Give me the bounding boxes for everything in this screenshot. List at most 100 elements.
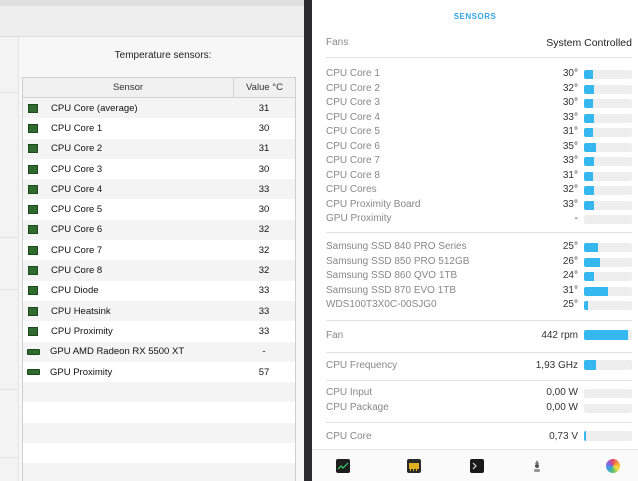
gutter-separator bbox=[0, 237, 18, 238]
table-row[interactable]: CPU Core (average) 31 bbox=[23, 98, 295, 119]
cpu-temp-bar-fill bbox=[584, 70, 593, 79]
cpu-temp-bar-fill bbox=[584, 171, 594, 181]
color-wheel-icon[interactable] bbox=[606, 459, 620, 473]
table-body: CPU Core (average) 31 CPU Core 1 30 CPU Core… bbox=[23, 98, 295, 481]
empty-row bbox=[23, 443, 295, 463]
cpu-chip-icon bbox=[28, 184, 38, 194]
cpu-monitor-icon[interactable] bbox=[336, 459, 350, 473]
ssd-temp-section: Samsung SSD 840 PRO Series 25° Samsung SSD… bbox=[326, 238, 632, 321]
cpu-frequency-bar-fill bbox=[584, 360, 596, 370]
cpu-temp-bar bbox=[584, 99, 632, 108]
sensor-cell: CPU Core 4 bbox=[23, 184, 233, 195]
sensor-cell: GPU Proximity bbox=[23, 367, 233, 378]
ssd-temp-label: WDS100T3X0C-00SJG0 bbox=[326, 299, 437, 310]
sensor-cell: CPU Core (average) bbox=[23, 103, 233, 114]
table-row[interactable]: GPU Proximity 57 bbox=[23, 362, 295, 382]
ssd-temp-bar bbox=[584, 257, 632, 267]
sensor-value: 32 bbox=[258, 244, 270, 256]
table-row[interactable]: CPU Core 3 30 bbox=[23, 159, 295, 179]
sensor-cell: CPU Heatsink bbox=[23, 306, 233, 317]
sensor-value: 33 bbox=[258, 285, 270, 297]
cpu-temp-row: CPU Core 2 32° bbox=[326, 82, 632, 97]
fans-status[interactable]: System Controlled bbox=[546, 37, 632, 49]
empty-row bbox=[23, 402, 295, 422]
sensor-table: Sensor Value °C CPU Core (average) 31 CPU … bbox=[22, 77, 296, 481]
table-row[interactable]: CPU Core 4 33 bbox=[23, 179, 295, 200]
cpu-temp-bar bbox=[584, 84, 632, 94]
ssd-temp-bar bbox=[584, 286, 632, 296]
cpu-temp-bar bbox=[584, 171, 632, 181]
table-row[interactable]: CPU Core 1 30 bbox=[23, 118, 295, 138]
table-row[interactable]: CPU Core 8 32 bbox=[23, 260, 295, 281]
table-row[interactable]: CPU Core 2 31 bbox=[23, 138, 295, 159]
sensor-value: 32 bbox=[258, 265, 270, 277]
fan-icon[interactable] bbox=[530, 459, 544, 473]
sensor-name: CPU Core (average) bbox=[51, 102, 138, 114]
column-header-value[interactable]: Value °C bbox=[234, 78, 295, 97]
sensor-name: CPU Heatsink bbox=[51, 305, 111, 317]
cpu-temp-row: GPU Proximity - bbox=[326, 212, 632, 227]
sensor-cell: CPU Core 7 bbox=[23, 245, 233, 256]
ssd-temp-row: WDS100T3X0C-00SJG0 25° bbox=[326, 298, 632, 313]
sensor-value: 31 bbox=[258, 102, 270, 114]
ssd-temp-value: 26° bbox=[562, 255, 578, 267]
cpu-temp-value: 33° bbox=[562, 111, 578, 123]
memory-icon-graphic bbox=[409, 463, 419, 471]
sensor-name: CPU Core 6 bbox=[51, 224, 103, 236]
cpu-temp-row: CPU Proximity Board 33° bbox=[326, 198, 632, 213]
cpu-core-voltage-value: 0,73 V bbox=[549, 431, 578, 442]
cpu-temp-value: 32° bbox=[562, 82, 578, 94]
cpu-chip-icon bbox=[28, 103, 38, 113]
sensor-name: CPU Core 3 bbox=[51, 163, 103, 175]
power-label: CPU Input bbox=[326, 387, 373, 398]
cpu-core-voltage-bar-fill bbox=[584, 431, 587, 441]
column-header-sensor[interactable]: Sensor bbox=[23, 78, 234, 97]
cpu-temp-row: CPU Cores 32° bbox=[326, 183, 632, 198]
sensor-value: 33 bbox=[258, 305, 270, 317]
memory-icon[interactable] bbox=[407, 459, 421, 473]
cpu-temp-value: - bbox=[574, 213, 578, 224]
window-toolbar bbox=[0, 6, 304, 37]
fans-section: Fans System Controlled bbox=[326, 31, 632, 58]
table-title: Temperature sensors: bbox=[114, 50, 212, 61]
sensor-value: 33 bbox=[258, 183, 270, 195]
cpu-monitor-icon-graphic bbox=[337, 462, 349, 470]
sensor-value: 30 bbox=[258, 163, 270, 175]
cpu-temp-bar-fill bbox=[584, 84, 594, 94]
cpu-chip-icon bbox=[28, 205, 38, 215]
table-row[interactable]: CPU Core 6 32 bbox=[23, 219, 295, 241]
cpu-temp-row: CPU Core 6 35° bbox=[326, 140, 632, 155]
cpu-temp-bar bbox=[584, 186, 632, 195]
cpu-temp-bar-fill bbox=[584, 186, 594, 195]
ssd-temp-bar-fill bbox=[584, 286, 608, 296]
sensor-value: 31 bbox=[258, 143, 270, 155]
cpu-temp-bar bbox=[584, 113, 632, 123]
sensor-name: CPU Diode bbox=[51, 285, 99, 297]
gutter-separator bbox=[0, 289, 18, 290]
table-row[interactable]: CPU Core 7 32 bbox=[23, 240, 295, 260]
table-row[interactable]: CPU Proximity 33 bbox=[23, 321, 295, 341]
cpu-chip-icon bbox=[28, 225, 38, 235]
cpu-temp-label: GPU Proximity bbox=[326, 213, 392, 224]
cpu-core-voltage-bar bbox=[584, 431, 632, 441]
table-row[interactable]: CPU Heatsink 33 bbox=[23, 300, 295, 322]
terminal-icon[interactable] bbox=[470, 459, 484, 473]
sensor-name: CPU Core 1 bbox=[51, 122, 103, 134]
cpu-temp-bar-fill bbox=[584, 157, 594, 166]
power-section: CPU Input 0,00 W CPU Package 0,00 W bbox=[326, 382, 632, 423]
cpu-temp-row: CPU Core 7 33° bbox=[326, 154, 632, 169]
ssd-temp-bar-fill bbox=[584, 243, 599, 252]
cpu-temp-label: CPU Core 4 bbox=[326, 111, 380, 123]
cpu-temp-value: 32° bbox=[562, 184, 578, 195]
table-row[interactable]: GPU AMD Radeon RX 5500 XT - bbox=[23, 341, 295, 362]
table-row[interactable]: CPU Diode 33 bbox=[23, 281, 295, 301]
sensor-value: 33 bbox=[258, 325, 270, 337]
power-value: 0,00 W bbox=[546, 387, 578, 398]
ssd-temp-bar-fill bbox=[584, 272, 594, 281]
ssd-temp-value: 31° bbox=[562, 284, 578, 296]
sensor-name: GPU Proximity bbox=[50, 366, 113, 378]
sensor-cell: CPU Core 6 bbox=[23, 224, 233, 235]
table-row[interactable]: CPU Core 5 30 bbox=[23, 199, 295, 219]
empty-row bbox=[23, 382, 295, 403]
cpu-temp-value: 31° bbox=[562, 169, 578, 181]
